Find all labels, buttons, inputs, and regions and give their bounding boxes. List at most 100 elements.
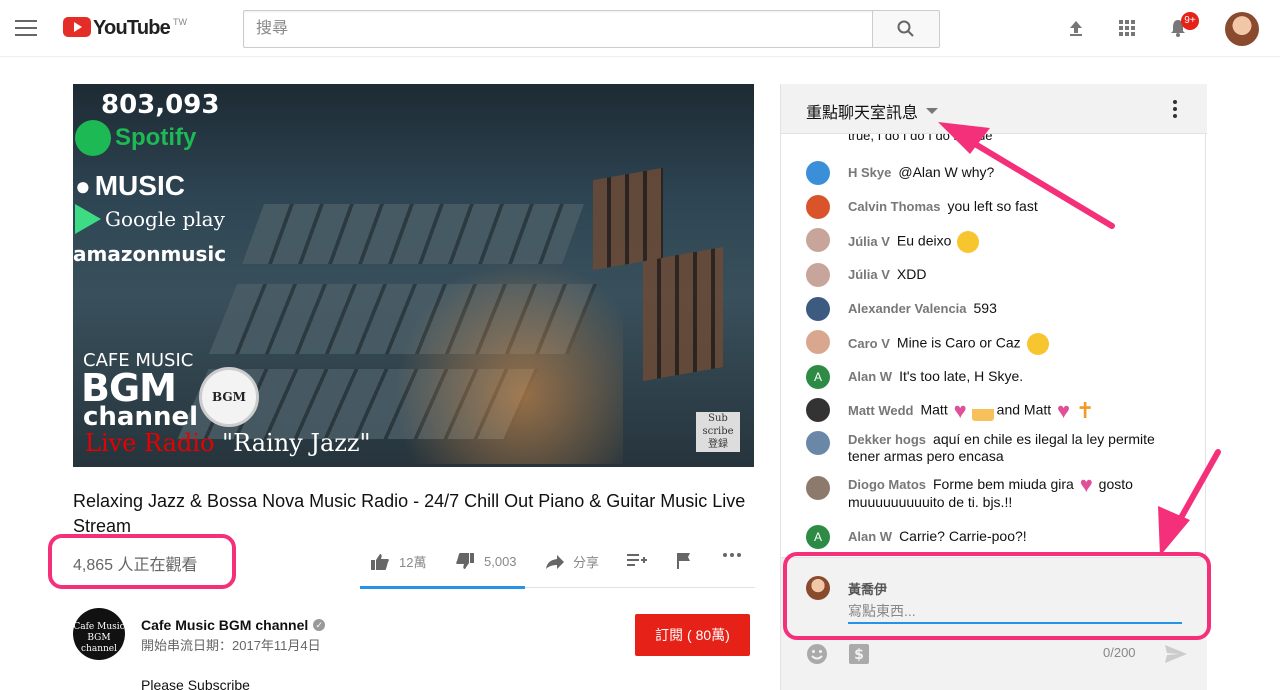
chat-mode-label: 重點聊天室訊息 xyxy=(806,105,919,122)
thumbs-down-icon xyxy=(456,553,474,569)
channel-name[interactable]: Cafe Music BGM channel ✓ xyxy=(141,617,326,633)
chat-message-text: and Matt xyxy=(996,401,1052,418)
apps-grid-icon[interactable] xyxy=(1115,16,1139,40)
channel-avatar[interactable]: Cafe Music BGM channel xyxy=(73,608,125,660)
wink-emoji-icon xyxy=(957,231,980,253)
stream-start-date: 開始串流日期：2017年11月4日 xyxy=(141,638,321,653)
chat-more-options-icon[interactable] xyxy=(1173,100,1177,121)
search-button[interactable] xyxy=(872,10,940,48)
video-title: Relaxing Jazz & Bossa Nova Music Radio -… xyxy=(73,491,746,536)
chat-author[interactable]: Matt Wedd xyxy=(848,403,913,418)
video-player[interactable]: 803,093 Spotify ● MUSIC Google play amazo… xyxy=(73,84,754,467)
chat-message-text: you left so fast xyxy=(947,198,1038,214)
like-button[interactable]: 12萬 xyxy=(370,552,426,571)
chat-avatar xyxy=(806,330,830,354)
chat-author[interactable]: Júlia V xyxy=(848,267,890,282)
verified-check-icon: ✓ xyxy=(313,619,326,631)
chat-message: A Alan W It's too late, H Skye. xyxy=(806,365,1196,389)
chat-message: A Alan W Carrie? Carrie-poo?! xyxy=(806,525,1196,549)
character-counter: 0/200 xyxy=(1103,645,1136,660)
amazon-music-text: amazonmusic xyxy=(73,242,227,266)
rainy-jazz-text: "Rainy Jazz" xyxy=(214,429,371,457)
chat-message-text: XDD xyxy=(896,266,927,282)
chat-header: 重點聊天室訊息 xyxy=(781,84,1207,134)
add-to-playlist-button[interactable] xyxy=(627,552,647,568)
share-button[interactable]: 分享 xyxy=(545,552,599,571)
upload-icon[interactable] xyxy=(1064,16,1088,40)
video-light-glow xyxy=(373,234,623,464)
chat-avatar xyxy=(806,228,830,252)
chat-message: Matt Wedd Matt ♥ and Matt ♥ ✝ xyxy=(806,398,1196,423)
chat-message: H Skye @Alan W why? xyxy=(806,161,1196,185)
report-button[interactable] xyxy=(676,552,692,570)
like-count: 12萬 xyxy=(399,555,427,570)
chat-author[interactable]: Calvin Thomas xyxy=(848,199,940,214)
description-text: Please Subscribe xyxy=(141,677,250,690)
subscribe-button[interactable]: 訂閱 ( 80萬) xyxy=(635,614,750,656)
more-actions-button[interactable] xyxy=(722,552,742,558)
chat-author[interactable]: Dekker hogs xyxy=(848,432,926,447)
thumbs-up-icon xyxy=(371,553,389,570)
send-icon[interactable] xyxy=(1164,644,1188,664)
chat-message: Calvin Thomas you left so fast xyxy=(806,195,1196,219)
chat-message: Alexander Valencia 593 xyxy=(806,297,1196,321)
overlay-live-radio: Live Radio "Rainy Jazz" xyxy=(85,429,371,457)
heart-emoji-icon: ♥ xyxy=(1079,472,1093,498)
spotify-text: Spotify xyxy=(115,124,197,151)
live-radio-text: Live Radio xyxy=(85,429,215,457)
bgm-badge-logo: BGM xyxy=(199,367,259,427)
chat-avatar: A xyxy=(806,525,830,549)
chat-avatar xyxy=(806,263,830,287)
chat-message-text: @Alan W why? xyxy=(898,164,995,180)
search-input[interactable]: 搜尋 xyxy=(243,10,873,48)
more-horizontal-icon xyxy=(723,553,741,557)
user-avatar[interactable] xyxy=(1225,12,1259,46)
video-chair-graphic xyxy=(643,246,723,382)
menu-icon[interactable] xyxy=(15,20,37,36)
youtube-live-page: YouTube TW 搜尋 9+ 803,093 Spotify ● MUSIC … xyxy=(0,0,1280,690)
chat-message: Júlia V Eu deixo xyxy=(806,228,1196,253)
subscribe-watermark-line: 登録 xyxy=(708,439,728,450)
dislike-count: 5,003 xyxy=(484,553,517,569)
chat-author[interactable]: Alexander Valencia xyxy=(848,301,967,316)
chat-message: Júlia V XDD xyxy=(806,263,1196,287)
subscribe-watermark-line: scribe xyxy=(702,426,734,437)
youtube-play-icon xyxy=(63,17,91,37)
chat-message-text: It's too late, H Skye. xyxy=(899,368,1024,384)
spotify-logo: Spotify xyxy=(75,120,196,156)
apple-icon: ● xyxy=(75,170,91,201)
super-chat-icon[interactable]: $ xyxy=(848,643,870,665)
chat-message-text: Matt xyxy=(920,401,948,418)
heart-emoji-icon: ♥ xyxy=(1057,398,1071,423)
google-play-text: Google play xyxy=(105,207,225,231)
notification-badge: 9+ xyxy=(1181,12,1199,30)
chat-author[interactable]: Caro V xyxy=(848,336,890,351)
youtube-logo[interactable]: YouTube TW xyxy=(63,17,187,39)
chat-avatar xyxy=(806,431,830,455)
chat-avatar xyxy=(806,161,830,185)
chat-author[interactable]: Alan W xyxy=(848,369,892,384)
chat-avatar xyxy=(806,476,830,500)
chat-author[interactable]: Júlia V xyxy=(848,234,890,249)
spotify-icon xyxy=(75,120,111,156)
cake-emoji-icon xyxy=(971,401,994,421)
chat-author[interactable]: H Skye xyxy=(848,165,891,180)
emoji-picker-icon[interactable] xyxy=(806,643,828,665)
chat-avatar xyxy=(806,297,830,321)
heart-emoji-icon: ♥ xyxy=(953,398,967,423)
caret-down-icon xyxy=(926,108,939,114)
chat-message: Dekker hogs aquí en chile es ilegal la le… xyxy=(806,431,1196,465)
chat-author[interactable]: Diogo Matos xyxy=(848,477,926,492)
chat-author[interactable]: Alan W xyxy=(848,529,892,544)
subscribe-watermark[interactable]: Sub scribe 登録 xyxy=(696,412,740,452)
channel-name-text: Cafe Music BGM channel xyxy=(141,617,309,633)
logo-text: YouTube xyxy=(93,17,171,39)
chat-mode-dropdown[interactable]: 重點聊天室訊息 xyxy=(806,99,939,123)
chat-message-text: Carrie? Carrie-poo?! xyxy=(899,528,1027,544)
flag-icon xyxy=(677,553,690,569)
chat-message: Diogo Matos Forme bem miuda gira ♥ gosto … xyxy=(806,472,1196,511)
share-label: 分享 xyxy=(573,555,600,570)
dislike-button[interactable]: 5,003 xyxy=(455,552,517,570)
like-ratio-bar xyxy=(360,586,525,589)
svg-text:$: $ xyxy=(854,647,864,663)
